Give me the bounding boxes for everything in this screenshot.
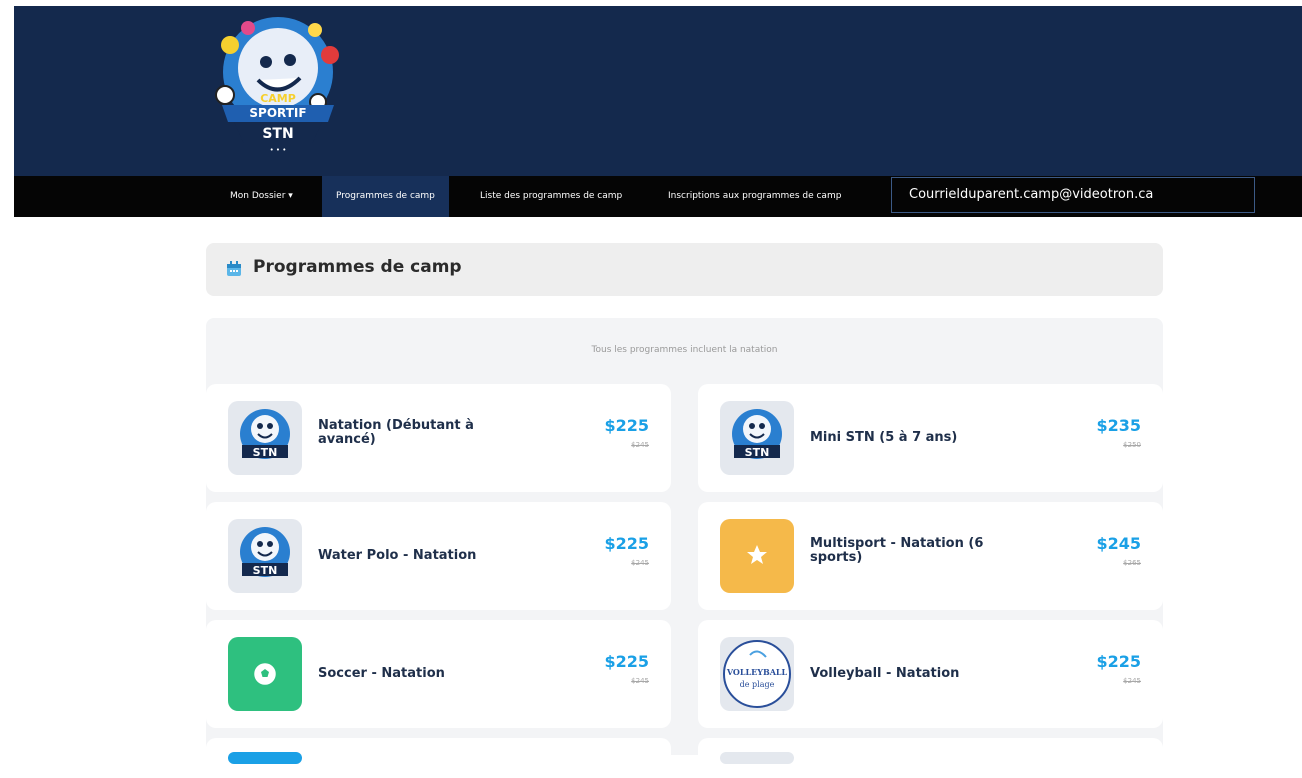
- volleyball-logo-subtext: de plage: [740, 680, 775, 689]
- star-icon: [720, 519, 794, 593]
- program-name: Soccer - Natation: [318, 666, 445, 681]
- program-card-partial[interactable]: [206, 738, 671, 778]
- page-header-bar: Programmes de camp: [206, 243, 1163, 296]
- page-title: Programmes de camp: [253, 257, 462, 277]
- program-card-water-polo[interactable]: STN Water Polo - Natation $225 $245: [206, 502, 671, 610]
- svg-text:• • •: • • •: [270, 146, 287, 154]
- parent-email[interactable]: Courrielduparent.camp@videotron.ca: [891, 177, 1255, 213]
- program-price: $225: [604, 416, 649, 435]
- camp-logo[interactable]: CAMP SPORTIF STN • • •: [200, 10, 355, 160]
- stn-logo-text: STN: [745, 446, 770, 459]
- program-old-price: $245: [631, 559, 649, 567]
- program-card-multisport[interactable]: Multisport - Natation (6 sports) $245 $2…: [698, 502, 1163, 610]
- stn-logo-icon: STN: [720, 401, 794, 475]
- program-price: $245: [1096, 534, 1141, 553]
- logo-text-stn: STN: [262, 126, 293, 142]
- program-name: Water Polo - Natation: [318, 548, 477, 563]
- program-name: Volleyball - Natation: [810, 666, 960, 681]
- nav-mon-dossier[interactable]: Mon Dossier ▾: [230, 176, 293, 217]
- soccer-icon: [228, 637, 302, 711]
- nav-inscriptions[interactable]: Inscriptions aux programmes de camp: [668, 176, 841, 217]
- programs-note: Tous les programmes incluent la natation: [591, 345, 778, 355]
- stn-logo-text: STN: [253, 564, 278, 577]
- program-card-partial[interactable]: [698, 738, 1163, 778]
- nav-programmes-de-camp[interactable]: Programmes de camp: [322, 176, 449, 217]
- program-price: $225: [604, 534, 649, 553]
- calendar-icon: [227, 261, 241, 276]
- nav-liste-des-programmes[interactable]: Liste des programmes de camp: [480, 176, 622, 217]
- program-name: Mini STN (5 à 7 ans): [810, 430, 958, 445]
- stn-logo-icon: STN: [228, 519, 302, 593]
- logo-text-sportif: SPORTIF: [249, 106, 306, 120]
- program-old-price: $250: [1123, 441, 1141, 449]
- program-thumb: [228, 752, 302, 764]
- program-card-mini-stn[interactable]: STN Mini STN (5 à 7 ans) $235 $250: [698, 384, 1163, 492]
- program-name: Multisport - Natation (6 sports): [810, 536, 984, 565]
- program-price: $225: [1096, 652, 1141, 671]
- program-old-price: $245: [631, 677, 649, 685]
- volleyball-logo-icon: VOLLEYBALL de plage: [720, 637, 794, 711]
- program-old-price: $265: [1123, 559, 1141, 567]
- program-price: $235: [1096, 416, 1141, 435]
- program-old-price: $245: [1123, 677, 1141, 685]
- program-card-soccer[interactable]: Soccer - Natation $225 $245: [206, 620, 671, 728]
- program-card-volleyball[interactable]: VOLLEYBALL de plage Volleyball - Natatio…: [698, 620, 1163, 728]
- volleyball-logo-text: VOLLEYBALL: [726, 667, 788, 677]
- program-card-natation[interactable]: STN Natation (Débutant à avancé) $225 $2…: [206, 384, 671, 492]
- programs-panel: Tous les programmes incluent la natation…: [206, 318, 1163, 778]
- program-name: Natation (Débutant à avancé): [318, 418, 474, 447]
- stn-logo-text: STN: [253, 446, 278, 459]
- logo-text-camp: CAMP: [260, 92, 296, 105]
- stn-logo-icon: STN: [228, 401, 302, 475]
- program-price: $225: [604, 652, 649, 671]
- program-old-price: $245: [631, 441, 649, 449]
- program-thumb: [720, 752, 794, 764]
